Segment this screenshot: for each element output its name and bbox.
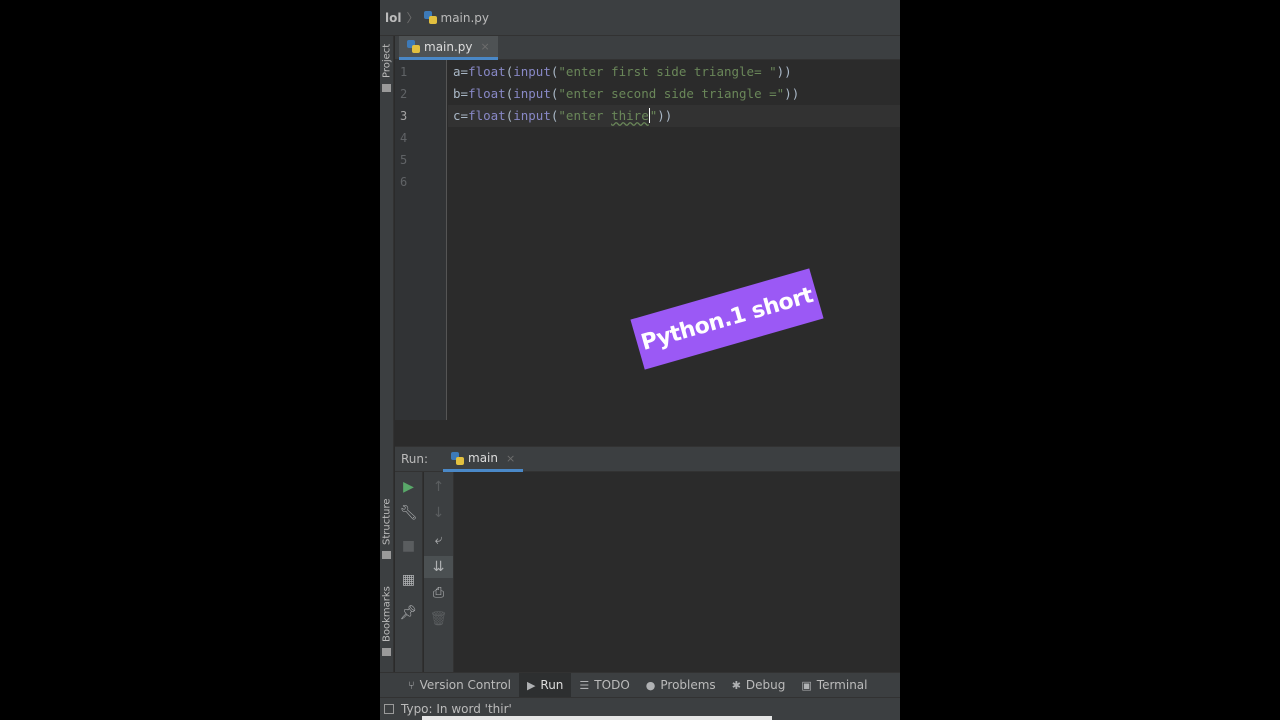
- python-file-icon: [407, 40, 420, 53]
- pin-icon[interactable]: 📌︎: [395, 602, 422, 624]
- editor-tab-label: main.py: [424, 39, 473, 54]
- line-number: 5: [400, 153, 408, 167]
- run-panel-label: Run:: [401, 452, 429, 466]
- todo-icon: ☰: [579, 678, 590, 692]
- line-number: 4: [400, 131, 408, 145]
- scroll-to-end-icon[interactable]: ⇊: [424, 556, 453, 578]
- editor-tab-main-py[interactable]: main.py ×: [399, 36, 498, 60]
- bookmark-icon: [382, 648, 391, 656]
- wrench-icon[interactable]: 🔧︎: [395, 502, 422, 524]
- run-toolbar-secondary: ↑ ↓ ⤶ ⇊ ⎙ 🗑︎: [424, 472, 454, 672]
- vcs-icon: ⑂: [408, 678, 415, 692]
- breadcrumb-project[interactable]: lol: [385, 11, 401, 25]
- left-tool-strip: Project Structure Bookmarks: [380, 36, 394, 696]
- tool-windows-bar: ⑂ Version Control ▶ Run ☰ TODO ● Problems ✱ D…: [380, 672, 900, 697]
- status-toggle-icon[interactable]: [384, 704, 394, 714]
- structure-icon: [382, 551, 391, 559]
- down-arrow-icon[interactable]: ↓: [424, 502, 453, 524]
- print-icon[interactable]: ⎙: [424, 582, 453, 604]
- run-icon[interactable]: ▶: [395, 476, 422, 498]
- status-message: Typo: In word 'thir': [401, 702, 512, 716]
- python-file-icon: [423, 11, 437, 24]
- up-arrow-icon[interactable]: ↑: [424, 476, 453, 498]
- project-tool-button[interactable]: Project: [380, 40, 394, 82]
- line-number: 6: [400, 175, 408, 189]
- run-panel-header: Run: main ×: [395, 446, 900, 472]
- soft-wrap-icon[interactable]: ⤶: [424, 529, 453, 551]
- run-tab-main[interactable]: main ×: [443, 447, 524, 472]
- close-tab-icon[interactable]: ×: [481, 40, 490, 53]
- breadcrumb-separator: 〉: [406, 11, 419, 25]
- run-icon: ▶: [526, 678, 536, 692]
- terminal-icon: ▣: [801, 678, 812, 692]
- trash-icon[interactable]: 🗑︎: [424, 608, 453, 630]
- python-file-icon: [451, 451, 464, 465]
- editor-tab-bar: main.py ×: [395, 36, 900, 60]
- run-console-output[interactable]: [455, 472, 900, 672]
- folder-icon: [382, 84, 391, 92]
- editor-empty-area: [395, 420, 900, 444]
- code-line-2[interactable]: b=float(input("enter second side triangl…: [453, 83, 799, 105]
- version-control-tool-button[interactable]: ⑂ Version Control: [400, 673, 519, 697]
- bookmarks-tool-button[interactable]: Bookmarks: [380, 584, 394, 644]
- typo-word: thire: [611, 108, 649, 123]
- code-line-3[interactable]: c=float(input("enter thire")): [448, 105, 900, 127]
- run-tool-button[interactable]: ▶ Run: [518, 673, 572, 697]
- code-editor[interactable]: a=float(input("enter first side triangle…: [448, 60, 900, 420]
- breadcrumb-file[interactable]: main.py: [441, 11, 490, 25]
- problems-icon: ●: [645, 678, 656, 692]
- line-number-current: 3: [400, 109, 408, 123]
- todo-tool-button[interactable]: ☰ TODO: [571, 673, 637, 697]
- run-toolbar-primary: ▶ 🔧︎ ■ ▦ 📌︎: [395, 472, 423, 672]
- bug-icon: ✱: [731, 678, 741, 692]
- stop-icon[interactable]: ■: [395, 535, 422, 557]
- structure-tool-button[interactable]: Structure: [380, 496, 394, 548]
- line-number: 1: [400, 65, 408, 79]
- line-number: 2: [400, 87, 408, 101]
- ide-window: lol 〉 main.py Project Structure Bookmark…: [380, 0, 900, 720]
- problems-tool-button[interactable]: ● Problems: [638, 673, 724, 697]
- close-run-tab-icon[interactable]: ×: [506, 452, 515, 465]
- terminal-tool-button[interactable]: ▣ Terminal: [793, 673, 875, 697]
- line-number-gutter: 1 2 3 4 5 6: [395, 60, 447, 420]
- debug-tool-button[interactable]: ✱ Debug: [724, 673, 794, 697]
- run-tab-label: main: [468, 451, 498, 465]
- code-line-1[interactable]: a=float(input("enter first side triangle…: [453, 61, 792, 83]
- navigation-bar: lol 〉 main.py: [380, 0, 900, 36]
- layout-icon[interactable]: ▦: [395, 569, 422, 591]
- status-progress-bar: [422, 716, 772, 720]
